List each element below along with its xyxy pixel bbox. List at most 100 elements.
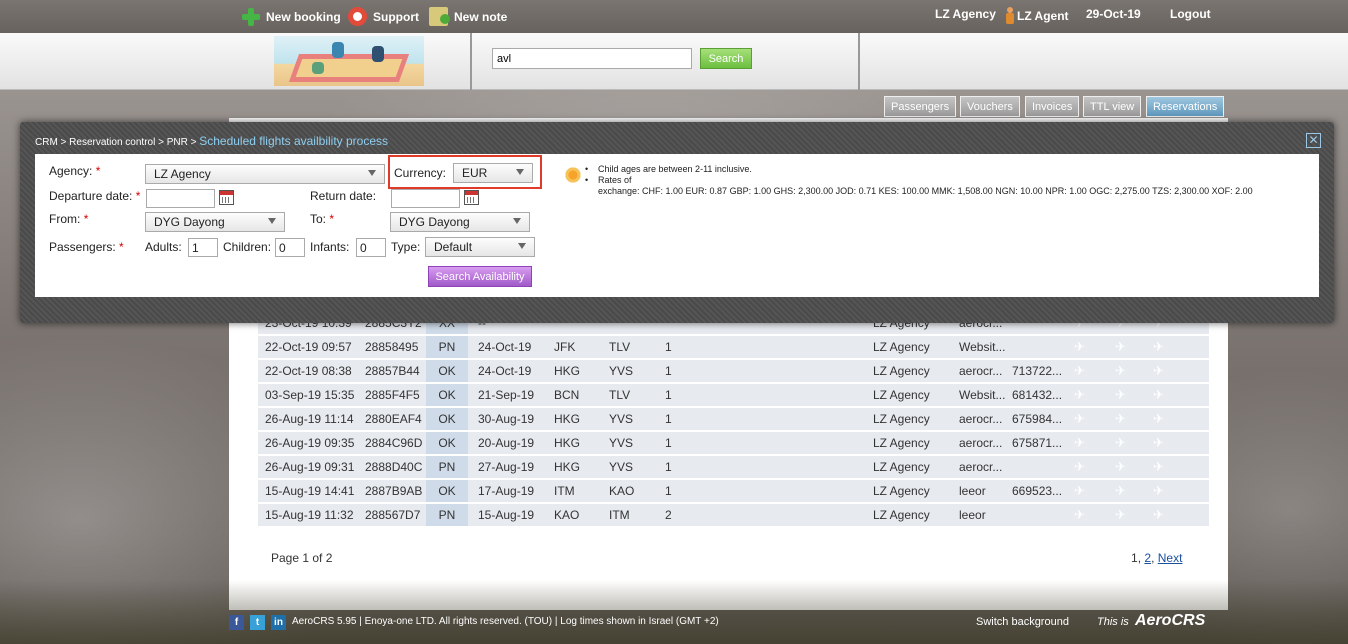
- cell-created: 15-Aug-19 11:32: [265, 508, 354, 522]
- plane-icon[interactable]: ✈: [1074, 412, 1088, 426]
- cell-source: leeor: [959, 508, 986, 522]
- cell-from: HKG: [554, 412, 581, 426]
- table-row[interactable]: 15-Aug-19 14:41 2887B9AB 17-Aug-19 ITM KAO 1 L…: [258, 480, 1209, 502]
- new-booking-link[interactable]: New booking: [241, 7, 341, 26]
- plane-icon[interactable]: ✈: [1074, 460, 1088, 474]
- search-button[interactable]: Search: [700, 48, 752, 69]
- cell-date: 24-Oct-19: [478, 340, 532, 354]
- agency-name: LZ Agency: [935, 7, 996, 21]
- cell-from: BCN: [554, 388, 580, 402]
- calendar-icon[interactable]: [219, 190, 234, 205]
- table-row[interactable]: 26-Aug-19 11:14 2880EAF4 30-Aug-19 HKG YVS 1 L…: [258, 408, 1209, 430]
- new-note-link[interactable]: New note: [429, 7, 507, 26]
- plane-icon[interactable]: ✈: [1153, 412, 1167, 426]
- type-select[interactable]: Default: [425, 237, 535, 257]
- close-icon[interactable]: ✕: [1306, 133, 1321, 148]
- calendar-icon[interactable]: [464, 190, 479, 205]
- plane-icon[interactable]: ✈: [1115, 388, 1129, 402]
- plane-icon[interactable]: ✈: [1074, 388, 1088, 402]
- next-page-link[interactable]: Next: [1158, 551, 1183, 565]
- from-select[interactable]: DYG Dayong: [145, 212, 285, 232]
- cell-pax: 1: [665, 460, 672, 474]
- support-link[interactable]: Support: [348, 7, 419, 26]
- adults-label: Adults:: [145, 240, 182, 254]
- cell-from: HKG: [554, 436, 581, 450]
- plane-icon[interactable]: ✈: [1153, 484, 1167, 498]
- cell-from: HKG: [554, 460, 581, 474]
- cell-agency: LZ Agency: [873, 340, 930, 354]
- cell-from: HKG: [554, 364, 581, 378]
- cell-pax: 1: [665, 388, 672, 402]
- twitter-icon[interactable]: t: [250, 615, 265, 630]
- cell-source: Websit...: [959, 388, 1006, 402]
- footer: f t in AeroCRS 5.95 | Enoya-one LTD. All…: [229, 612, 1228, 634]
- lifebuoy-icon: [348, 7, 367, 26]
- pagination: 1, 2, Next: [1131, 551, 1183, 565]
- cell-created: 22-Oct-19 08:38: [265, 364, 352, 378]
- plane-icon[interactable]: ✈: [1115, 364, 1129, 378]
- cell-pnr: 2887B9AB: [365, 484, 423, 498]
- table-row[interactable]: 03-Sep-19 15:35 2885F4F5 21-Sep-19 BCN TLV 1 L…: [258, 384, 1209, 406]
- table-row[interactable]: 22-Oct-19 08:38 28857B44 24-Oct-19 HKG YVS 1 L…: [258, 360, 1209, 382]
- plane-icon[interactable]: ✈: [1153, 388, 1167, 402]
- infants-input[interactable]: [356, 238, 386, 257]
- adults-input[interactable]: [188, 238, 218, 257]
- search-input[interactable]: [492, 48, 692, 69]
- agent-name[interactable]: LZ Agent: [1005, 7, 1069, 24]
- plane-icon[interactable]: ✈: [1074, 364, 1088, 378]
- plane-icon[interactable]: ✈: [1115, 436, 1129, 450]
- children-label: Children:: [223, 240, 272, 254]
- cell-agency: LZ Agency: [873, 364, 930, 378]
- return-date-input[interactable]: [391, 189, 460, 208]
- plane-icon[interactable]: ✈: [1074, 484, 1088, 498]
- table-row[interactable]: 26-Aug-19 09:31 2888D40C 27-Aug-19 HKG YVS 1 L…: [258, 456, 1209, 478]
- availability-modal: CRM > Reservation control > PNR > Schedu…: [20, 122, 1334, 323]
- table-row[interactable]: 15-Aug-19 11:32 288567D7 15-Aug-19 KAO ITM 2 L…: [258, 504, 1209, 526]
- plane-icon[interactable]: ✈: [1115, 508, 1129, 522]
- plane-icon[interactable]: ✈: [1115, 460, 1129, 474]
- linkedin-icon[interactable]: in: [271, 615, 286, 630]
- plane-icon[interactable]: ✈: [1074, 508, 1088, 522]
- footer-copyright: AeroCRS 5.95 | Enoya-one LTD. All rights…: [292, 616, 719, 627]
- plane-icon[interactable]: ✈: [1115, 340, 1129, 354]
- cell-agency: LZ Agency: [873, 388, 930, 402]
- cell-pnr: 288567D7: [365, 508, 421, 522]
- tab-ttl-view[interactable]: TTL view: [1083, 96, 1142, 117]
- agency-select[interactable]: LZ Agency: [145, 164, 385, 184]
- chevron-down-icon: [368, 170, 376, 176]
- cell-created: 26-Aug-19 11:14: [265, 412, 354, 426]
- plane-icon[interactable]: ✈: [1153, 436, 1167, 450]
- facebook-icon[interactable]: f: [229, 615, 244, 630]
- cell-pax: 2: [665, 508, 672, 522]
- children-input[interactable]: [275, 238, 305, 257]
- to-select[interactable]: DYG Dayong: [390, 212, 530, 232]
- tab-vouchers[interactable]: Vouchers: [960, 96, 1020, 117]
- cell-pnr: 28858495: [365, 340, 419, 354]
- plane-icon[interactable]: ✈: [1153, 460, 1167, 474]
- tab-passengers[interactable]: Passengers: [884, 96, 957, 117]
- switch-background-link[interactable]: Switch background: [976, 616, 1069, 628]
- cell-agency: LZ Agency: [873, 460, 930, 474]
- tab-invoices[interactable]: Invoices: [1025, 96, 1080, 117]
- cell-pax: 1: [665, 364, 672, 378]
- passengers-label: Passengers: *: [49, 240, 124, 254]
- page-1[interactable]: 1: [1131, 551, 1138, 565]
- tab-reservations[interactable]: Reservations: [1146, 96, 1225, 117]
- cell-ref: 675984...: [1012, 412, 1063, 426]
- plane-icon[interactable]: ✈: [1074, 436, 1088, 450]
- departure-date-input[interactable]: [146, 189, 215, 208]
- plane-icon[interactable]: ✈: [1115, 484, 1129, 498]
- company-logo[interactable]: [274, 36, 424, 86]
- table-row[interactable]: 26-Aug-19 09:35 2884C96D 20-Aug-19 HKG YVS 1 L…: [258, 432, 1209, 454]
- plane-icon[interactable]: ✈: [1153, 340, 1167, 354]
- plane-icon[interactable]: ✈: [1115, 412, 1129, 426]
- table-row[interactable]: 22-Oct-19 09:57 28858495 24-Oct-19 JFK TLV 1 L…: [258, 336, 1209, 358]
- cell-date: 21-Sep-19: [478, 388, 535, 402]
- plane-icon[interactable]: ✈: [1074, 340, 1088, 354]
- new-note-label: New note: [454, 9, 508, 24]
- plane-icon[interactable]: ✈: [1153, 364, 1167, 378]
- logout-link[interactable]: Logout: [1170, 7, 1211, 21]
- search-availability-button[interactable]: Search Availability: [428, 266, 532, 287]
- plane-icon[interactable]: ✈: [1153, 508, 1167, 522]
- search-form: Agency: * LZ Agency Currency: EUR Child …: [35, 154, 1319, 297]
